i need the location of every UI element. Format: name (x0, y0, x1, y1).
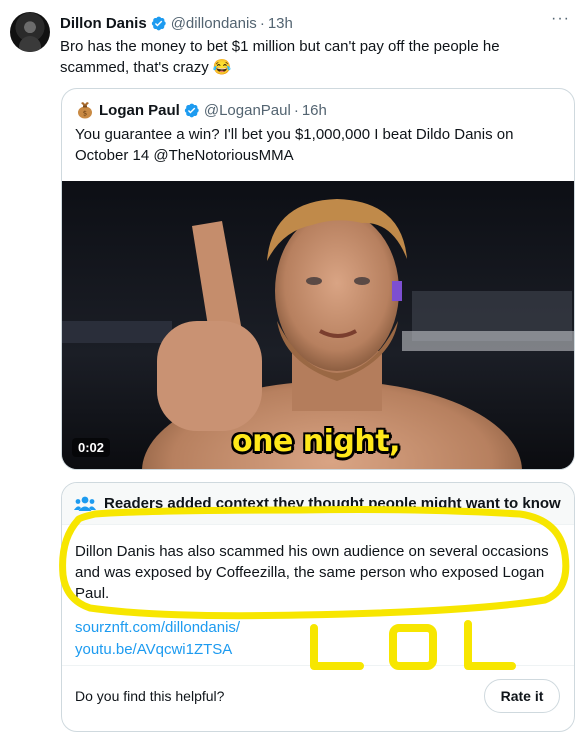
helpful-question: Do you find this helpful? (75, 688, 225, 704)
community-note: Readers added context they thought peopl… (61, 482, 575, 732)
tweet-text: Bro has the money to bet $1 million but … (60, 38, 500, 76)
community-note-footer: Do you find this helpful? Rate it (62, 665, 574, 731)
header-separator: · (293, 101, 299, 119)
quoted-author-name[interactable]: Logan Paul (99, 102, 180, 119)
quoted-author-handle[interactable]: @LoganPaul (204, 102, 291, 119)
tweet-header: Dillon Danis @dillondanis · 13h (60, 12, 293, 34)
tweet[interactable]: Dillon Danis @dillondanis · 13h ··· Bro … (0, 0, 584, 742)
note-source-link-1[interactable]: sourznft.com/dillondanis/ (75, 619, 240, 636)
svg-text:$: $ (83, 110, 87, 118)
video-duration: 0:02 (72, 438, 111, 457)
verified-badge-icon (150, 15, 167, 32)
verified-badge-icon (183, 102, 200, 119)
quoted-tweet-timestamp[interactable]: 16h (302, 102, 327, 119)
community-notes-icon (74, 495, 96, 513)
note-source-link-2[interactable]: youtu.be/AVqcwi1ZTSA (75, 641, 232, 658)
author-avatar[interactable] (10, 12, 50, 52)
community-note-title: Readers added context they thought peopl… (104, 495, 561, 512)
video-player[interactable]: one night, 0:02 (62, 181, 574, 469)
quoted-tweet-header: $ Logan Paul @LoganPaul · 16h (75, 99, 327, 121)
author-name[interactable]: Dillon Danis (60, 15, 147, 32)
video-caption: one night, (232, 424, 400, 459)
author-handle[interactable]: @dillondanis (171, 15, 257, 32)
quoted-tweet[interactable]: $ Logan Paul @LoganPaul · 16h You guaran… (61, 88, 575, 470)
tweet-timestamp[interactable]: 13h (268, 15, 293, 32)
header-separator: · (259, 14, 265, 32)
quoted-tweet-text: You guarantee a win? I'll bet you $1,000… (75, 126, 514, 164)
rate-it-button[interactable]: Rate it (484, 679, 560, 713)
bank-bag-icon[interactable]: $ (75, 100, 95, 120)
more-options-icon[interactable]: ··· (551, 10, 570, 28)
community-note-header[interactable]: Readers added context they thought peopl… (62, 483, 574, 525)
community-note-body: Dillon Danis has also scammed his own au… (75, 543, 549, 602)
